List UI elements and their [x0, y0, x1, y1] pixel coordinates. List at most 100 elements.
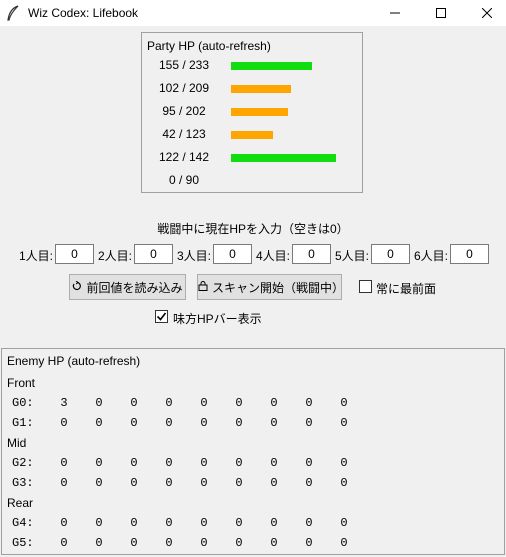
party-hp-value: 155 / 233	[158, 58, 210, 72]
party-hp-bar	[231, 85, 291, 93]
input-instructions: 戦闘中に現在HPを入力（空きは0）	[157, 222, 349, 236]
enemy-row-label: G0:	[12, 396, 34, 410]
start-scan-label: スキャン開始（戦闘中）	[212, 280, 345, 295]
slot-hp-input[interactable]	[213, 244, 252, 264]
enemy-hp-cell: 0	[305, 396, 313, 410]
enemy-hp-cell: 0	[95, 516, 103, 530]
party-hp-value: 122 / 142	[158, 150, 210, 164]
party-hp-bar	[231, 131, 273, 139]
party-hp-value: 0 / 90	[168, 173, 200, 187]
enemy-hp-cell: 0	[200, 396, 208, 410]
enemy-hp-cell: 0	[200, 476, 208, 490]
party-hp-bar	[231, 62, 312, 70]
enemy-hp-cell: 0	[200, 456, 208, 470]
enemy-hp-cell: 0	[305, 456, 313, 470]
slot-hp-input[interactable]	[55, 244, 94, 264]
enemy-hp-cell: 0	[270, 516, 278, 530]
load-previous-label: 前回値を読み込み	[86, 280, 183, 295]
lock-icon	[198, 280, 208, 294]
enemy-hp-cell: 0	[305, 476, 313, 490]
enemy-hp-title: Enemy HP (auto-refresh)	[7, 354, 141, 368]
always-on-top-checkbox[interactable]	[359, 280, 372, 293]
ally-hp-bar-label[interactable]: 味方HPバー表示	[173, 310, 262, 327]
enemy-row-label: G1:	[12, 416, 34, 430]
enemy-hp-cell: 0	[270, 396, 278, 410]
enemy-hp-cell: 0	[235, 396, 243, 410]
enemy-row-label: G2:	[12, 456, 34, 470]
enemy-hp-cell: 0	[305, 516, 313, 530]
slot-label: 3人目:	[177, 249, 212, 263]
enemy-hp-cell: 0	[305, 416, 313, 430]
party-hp-frame: Party HP (auto-refresh) 155 / 233 102 / 2…	[141, 32, 363, 193]
enemy-hp-cell: 0	[130, 536, 138, 550]
slot-label: 5人目:	[335, 249, 370, 263]
close-button[interactable]	[464, 0, 506, 26]
enemy-group-label: Rear	[7, 496, 34, 510]
enemy-hp-cell: 0	[340, 476, 348, 490]
party-hp-value: 102 / 209	[158, 81, 210, 95]
refresh-icon	[72, 280, 82, 294]
enemy-hp-cell: 0	[165, 456, 173, 470]
enemy-hp-cell: 0	[95, 476, 103, 490]
enemy-hp-cell: 0	[165, 396, 173, 410]
enemy-hp-cell: 0	[130, 516, 138, 530]
enemy-hp-cell: 3	[60, 396, 68, 410]
party-hp-row: 95 / 202	[142, 102, 362, 122]
enemy-hp-cell: 0	[95, 456, 103, 470]
slot-hp-input[interactable]	[371, 244, 410, 264]
party-hp-title: Party HP (auto-refresh)	[147, 39, 271, 53]
enemy-hp-cell: 0	[235, 536, 243, 550]
enemy-row-label: G5:	[12, 536, 34, 550]
enemy-hp-cell: 0	[340, 536, 348, 550]
enemy-hp-cell: 0	[340, 516, 348, 530]
enemy-hp-cell: 0	[270, 476, 278, 490]
enemy-hp-cell: 0	[165, 536, 173, 550]
enemy-hp-cell: 0	[60, 536, 68, 550]
load-previous-button[interactable]: 前回値を読み込み	[69, 274, 186, 300]
party-hp-row: 102 / 209	[142, 79, 362, 99]
slot-hp-input[interactable]	[134, 244, 173, 264]
always-on-top-label[interactable]: 常に最前面	[376, 280, 436, 297]
enemy-hp-cell: 0	[200, 516, 208, 530]
maximize-button[interactable]	[418, 0, 464, 26]
enemy-hp-cell: 0	[165, 476, 173, 490]
ally-hp-bar-checkbox[interactable]	[155, 310, 168, 323]
party-hp-value: 95 / 202	[162, 104, 206, 118]
enemy-row-label: G3:	[12, 476, 34, 490]
enemy-hp-cell: 0	[340, 456, 348, 470]
window-title: Wiz Codex: Lifebook	[28, 6, 139, 20]
close-icon	[482, 8, 492, 18]
enemy-hp-frame: Enemy HP (auto-refresh) Front G0: 3 0 0 0 0 0 0 0…	[1, 348, 505, 555]
enemy-hp-cell: 0	[340, 416, 348, 430]
party-hp-row: 122 / 142	[142, 148, 362, 168]
party-hp-value: 42 / 123	[162, 127, 206, 141]
enemy-hp-cell: 0	[130, 476, 138, 490]
enemy-hp-cell: 0	[340, 396, 348, 410]
title-bar: Wiz Codex: Lifebook	[0, 0, 506, 26]
enemy-hp-cell: 0	[130, 456, 138, 470]
enemy-hp-cell: 0	[165, 416, 173, 430]
enemy-hp-cell: 0	[60, 416, 68, 430]
enemy-hp-cell: 0	[305, 536, 313, 550]
slot-label: 1人目:	[19, 249, 54, 263]
maximize-icon	[436, 8, 446, 18]
slot-hp-input[interactable]	[450, 244, 489, 264]
slot-hp-input[interactable]	[292, 244, 331, 264]
start-scan-button[interactable]: スキャン開始（戦闘中）	[197, 274, 345, 300]
enemy-hp-cell: 0	[270, 416, 278, 430]
enemy-group-label: Front	[7, 376, 36, 390]
enemy-row-label: G4:	[12, 516, 34, 530]
minimize-button[interactable]	[372, 0, 418, 26]
slot-label: 4人目:	[256, 249, 291, 263]
enemy-hp-cell: 0	[270, 536, 278, 550]
enemy-hp-cell: 0	[60, 476, 68, 490]
enemy-hp-cell: 0	[200, 536, 208, 550]
enemy-hp-cell: 0	[200, 416, 208, 430]
party-hp-bar	[231, 154, 336, 162]
enemy-hp-cell: 0	[235, 416, 243, 430]
enemy-hp-cell: 0	[165, 516, 173, 530]
enemy-hp-cell: 0	[130, 396, 138, 410]
enemy-hp-cell: 0	[270, 456, 278, 470]
party-hp-bar	[231, 108, 288, 116]
enemy-group-label: Mid	[7, 436, 27, 450]
